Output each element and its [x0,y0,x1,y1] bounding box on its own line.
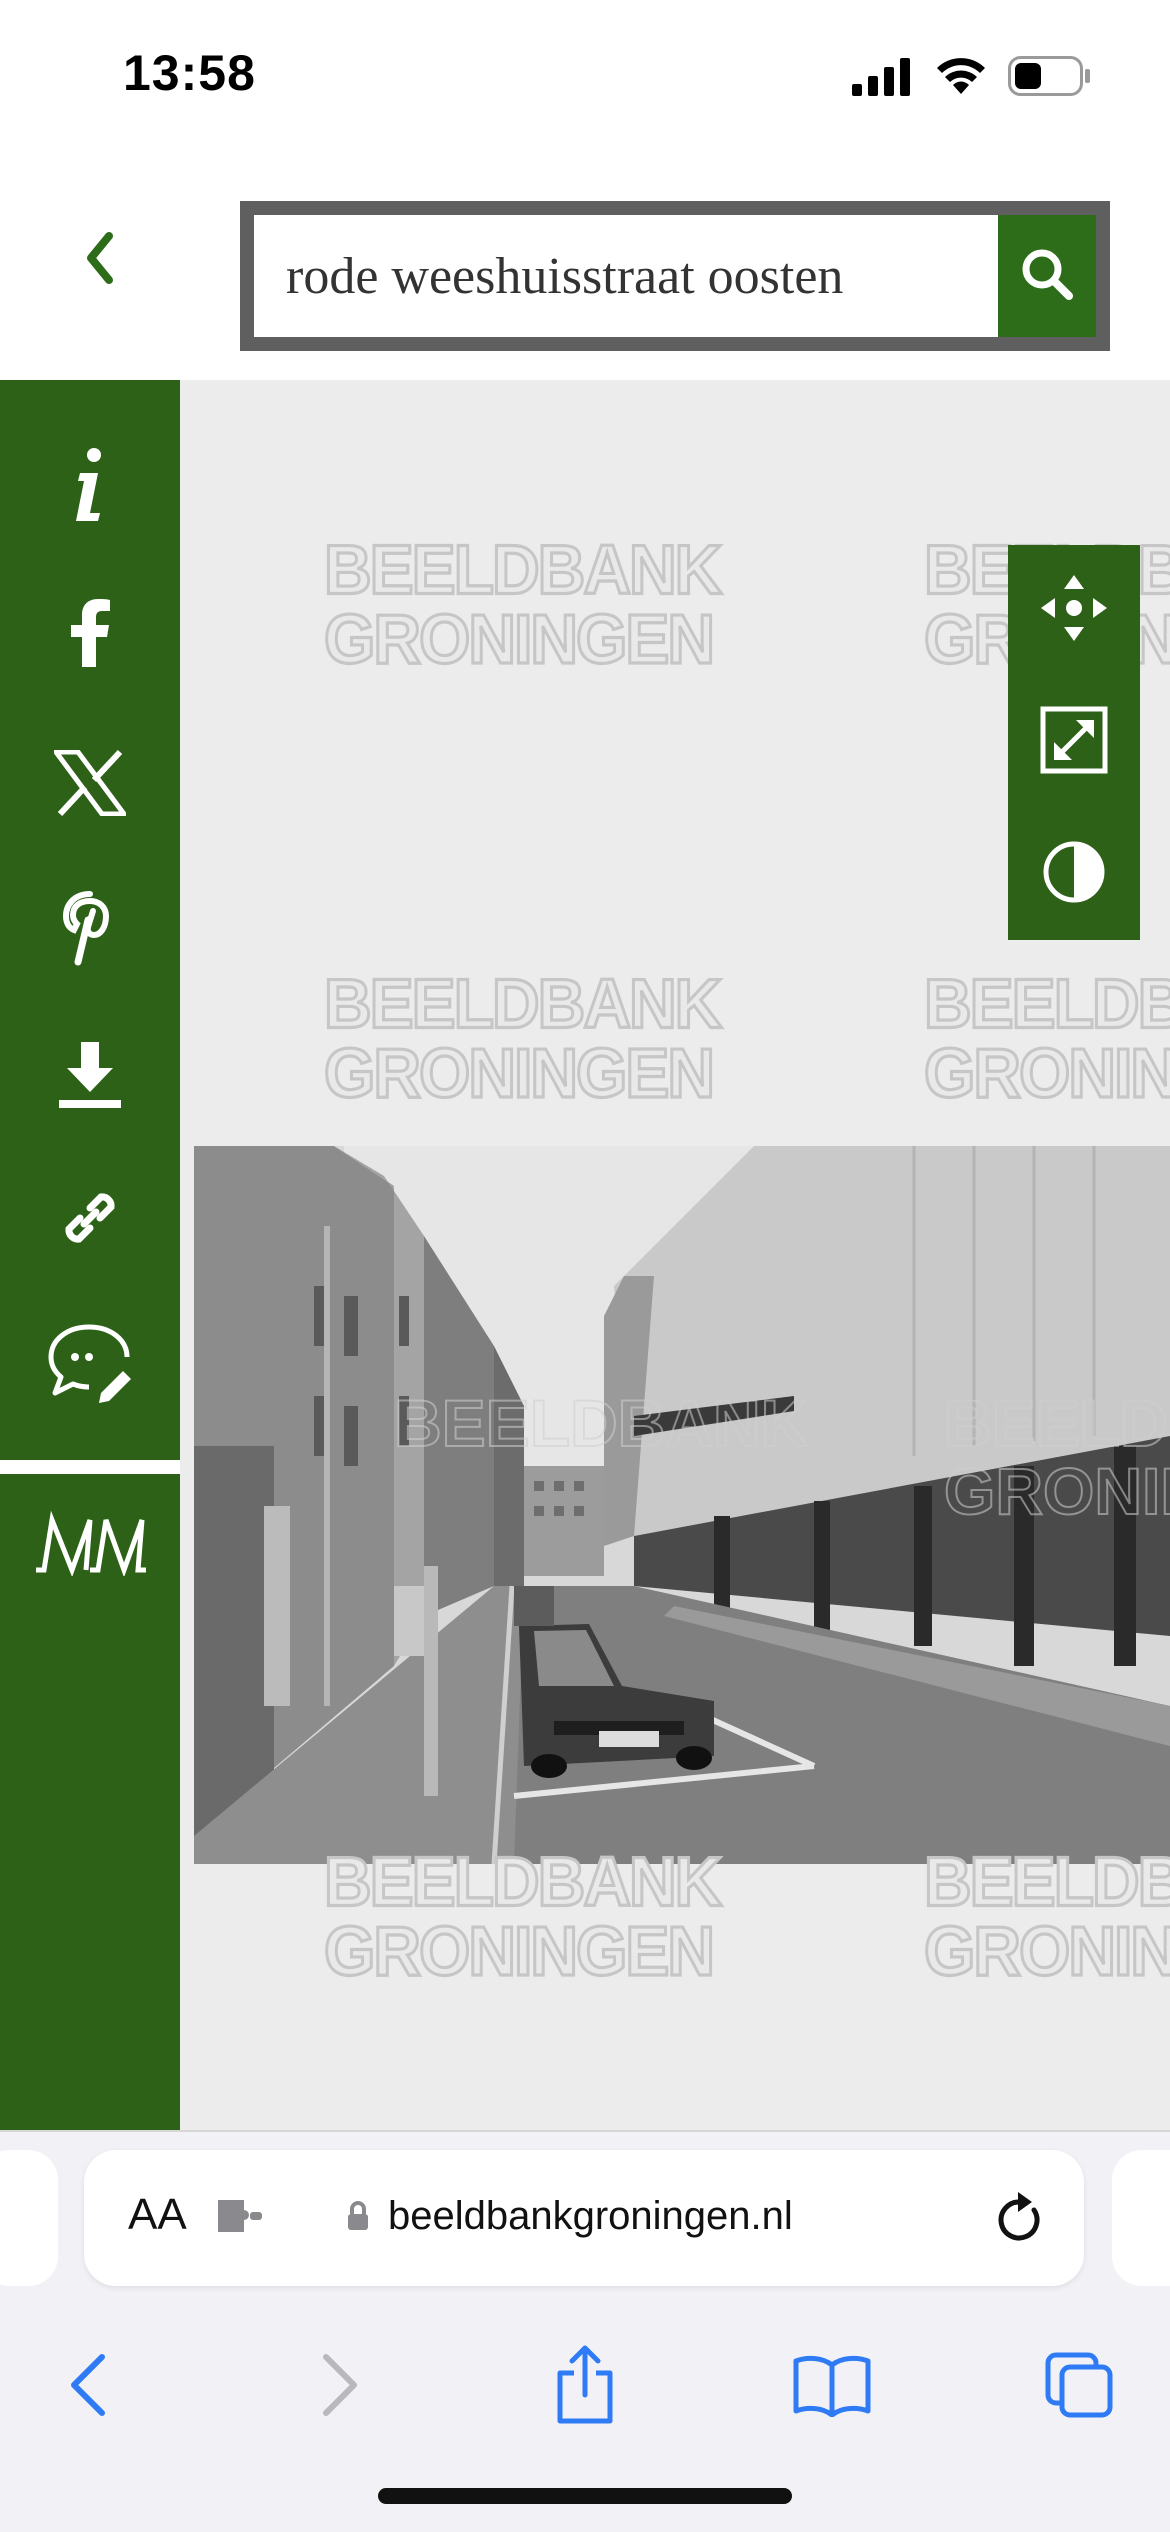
search-button[interactable] [998,215,1096,337]
next-tab-preview[interactable] [1112,2150,1170,2286]
watermark: BEELDBANKGRONINGEN [322,530,723,678]
url-text[interactable]: beeldbankgroningen.nl [388,2194,793,2239]
facebook-share-button[interactable] [0,570,180,700]
reload-icon[interactable] [994,2190,1046,2251]
bookmarks-icon [792,2353,872,2422]
viewer-toolbar [1008,545,1140,940]
text-size-button[interactable]: AA [128,2190,187,2240]
search-box [240,201,1110,351]
svg-text:GRONINGEN: GRONINGEN [944,1454,1170,1528]
status-time: 13:58 [123,45,256,101]
chevron-left-icon [85,231,115,289]
image-viewer[interactable]: BEELDBANK GRONINGEN BEELDBANK GRONINGEN BE… [180,380,1170,2130]
mm-logo-icon [32,1506,148,1581]
facebook-icon [68,598,112,672]
svg-text:BEELDBANK: BEELDBANK [394,1386,809,1460]
share-icon [552,2345,618,2430]
info-icon [70,447,110,528]
bookmarks-button[interactable] [782,2332,882,2442]
lock-icon [346,2200,370,2237]
mm-logo-button[interactable] [0,1478,180,1608]
signal-icon [852,58,912,101]
sidebar-divider [0,1460,180,1474]
battery-icon [1008,56,1092,101]
watermark: BEELDBANKGRONINGEN [922,1842,1170,1990]
wifi-icon [935,54,987,99]
share-sidebar [0,380,180,2130]
x-logo-icon [51,749,129,821]
copy-link-button[interactable] [0,1155,180,1285]
home-indicator [378,2488,792,2504]
download-button[interactable] [0,1012,180,1142]
tabs-icon [1044,2351,1116,2424]
pinterest-icon [60,890,120,971]
back-button[interactable] [60,210,140,310]
extension-icon[interactable] [214,2194,266,2243]
watermark: BEELDBANKGRONINGEN [922,964,1170,1112]
watermark: BEELDBANKGRONINGEN [322,1842,723,1990]
contrast-icon [1042,840,1106,909]
pinterest-share-button[interactable] [0,865,180,995]
contrast-button[interactable] [1008,809,1140,939]
tabs-button[interactable] [1030,2332,1130,2442]
comment-edit-icon [45,1321,135,1410]
search-icon [1017,244,1077,309]
move-arrows-icon [1039,573,1109,648]
search-input[interactable] [254,215,994,337]
download-icon [55,1040,125,1115]
fullscreen-button[interactable] [1008,677,1140,807]
address-bar[interactable]: AA beeldbankgroningen.nl [84,2150,1084,2286]
forward-arrow-icon [320,2353,360,2422]
comment-button[interactable] [0,1300,180,1430]
link-icon [54,1182,126,1259]
pan-button[interactable] [1008,545,1140,675]
expand-icon [1040,706,1108,779]
share-button[interactable] [535,2332,635,2442]
browser-toolbar: AA beeldbankgroningen.nl [0,2130,1170,2532]
archive-photo[interactable]: BEELDBANK BEELDBANK GRONINGEN [194,1146,1170,1864]
browser-forward-button[interactable] [290,2332,390,2442]
browser-back-button[interactable] [38,2332,138,2442]
previous-tab-preview[interactable] [0,2150,58,2286]
watermark: BEELDBANKGRONINGEN [322,964,723,1112]
svg-text:BEELDBANK: BEELDBANK [944,1386,1170,1460]
back-arrow-icon [68,2353,108,2422]
x-share-button[interactable] [0,720,180,850]
info-button[interactable] [0,422,180,552]
